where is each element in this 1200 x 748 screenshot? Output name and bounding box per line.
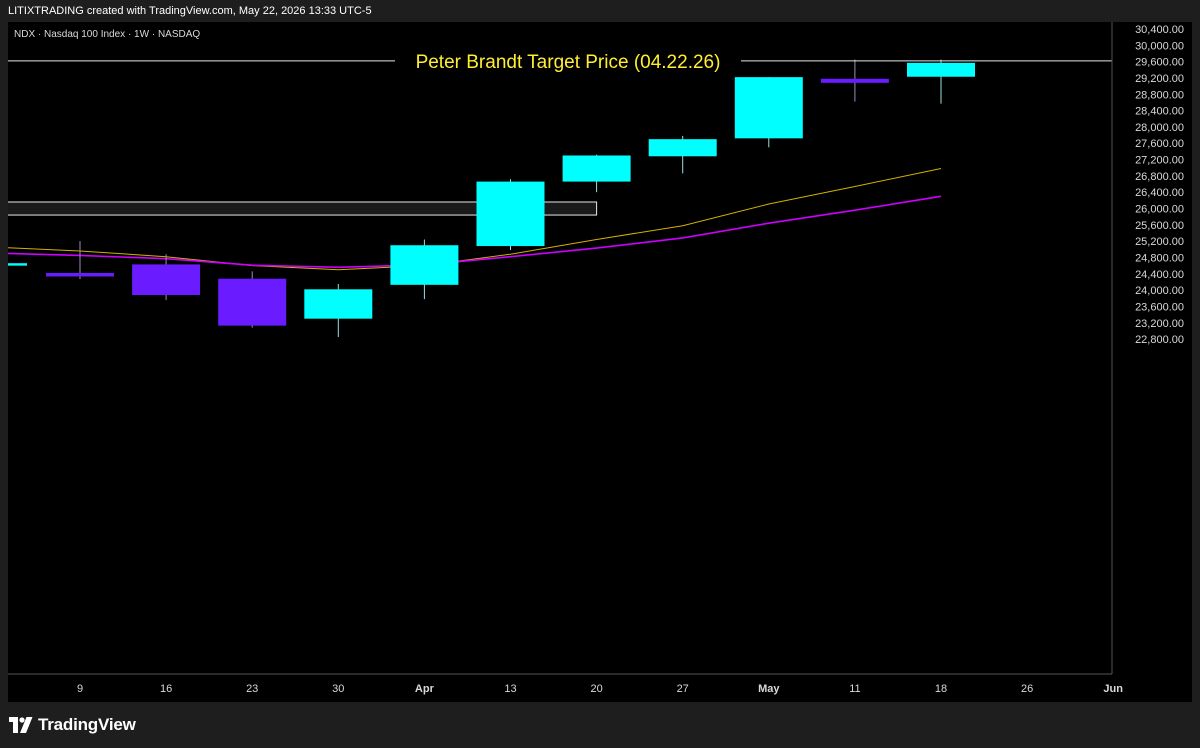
candle-body [218,278,287,326]
tradingview-logo-icon[interactable] [9,717,33,733]
price-tick-label: 27,600.00 [1135,138,1184,150]
candle-body [907,62,975,77]
time-tick-label: Apr [415,683,435,695]
candle-body [648,139,717,157]
time-tick-label: 13 [504,683,516,695]
time-tick-label: Jun [1103,683,1123,695]
price-tick-label: 23,200.00 [1135,318,1184,330]
price-tick-label: 24,800.00 [1135,252,1184,264]
time-tick-label: 9 [77,683,83,695]
time-tick-label: 11 [849,683,860,695]
time-tick-label: 26 [1021,683,1033,695]
price-tick-label: 30,400.00 [1135,24,1184,36]
time-tick-label: 23 [246,683,258,695]
price-tick-label: 26,800.00 [1135,171,1184,183]
price-tick-label: 29,200.00 [1135,73,1184,85]
time-tick-label: May [758,683,780,695]
chart-background [8,22,1192,702]
price-tick-label: 28,800.00 [1135,89,1184,101]
chart-canvas[interactable]: NDX · Nasdaq 100 Index · 1W · NASDAQ Pet… [8,22,1192,702]
target-price-label[interactable]: Peter Brandt Target Price (04.22.26) [416,52,721,73]
candle-body [46,272,114,277]
price-tick-label: 22,800.00 [1135,334,1184,346]
footer: TradingView [0,702,1200,748]
candle-body [132,264,201,296]
candle-body [820,78,889,83]
candle-body [562,155,631,182]
price-tick-label: 25,600.00 [1135,220,1184,232]
price-tick-label: 26,000.00 [1135,204,1184,216]
candle-23[interactable] [218,271,287,328]
price-tick-label: 24,400.00 [1135,269,1184,281]
time-tick-label: 16 [160,683,172,695]
price-tick-label: 30,000.00 [1135,40,1184,52]
candle-body [304,289,373,319]
candle-partial[interactable] [8,263,27,266]
symbol-label: NDX · Nasdaq 100 Index · 1W · NASDAQ [14,29,200,40]
price-tick-label: 24,000.00 [1135,285,1184,297]
price-tick-label: 23,600.00 [1135,301,1184,313]
time-tick-label: 27 [677,683,689,695]
price-tick-label: 29,600.00 [1135,57,1184,69]
candle-body [734,77,803,139]
price-tick-label: 25,200.00 [1135,236,1184,248]
attribution-text: LITIXTRADING created with TradingView.co… [8,5,372,17]
price-tick-label: 26,400.00 [1135,187,1184,199]
candle-May[interactable] [734,77,803,148]
price-tick-label: 28,000.00 [1135,122,1184,134]
price-tick-label: 27,200.00 [1135,155,1184,167]
candle-body [476,181,545,247]
candle-body [390,245,459,285]
candle-13[interactable] [476,179,545,251]
tradingview-brand[interactable]: TradingView [38,715,136,735]
attribution-bar: LITIXTRADING created with TradingView.co… [0,0,1200,22]
time-tick-label: 30 [332,683,344,695]
chart-area[interactable]: NDX · Nasdaq 100 Index · 1W · NASDAQ Pet… [8,22,1192,702]
time-tick-label: 20 [590,683,602,695]
time-tick-label: 18 [935,683,947,695]
price-tick-label: 28,400.00 [1135,106,1184,118]
